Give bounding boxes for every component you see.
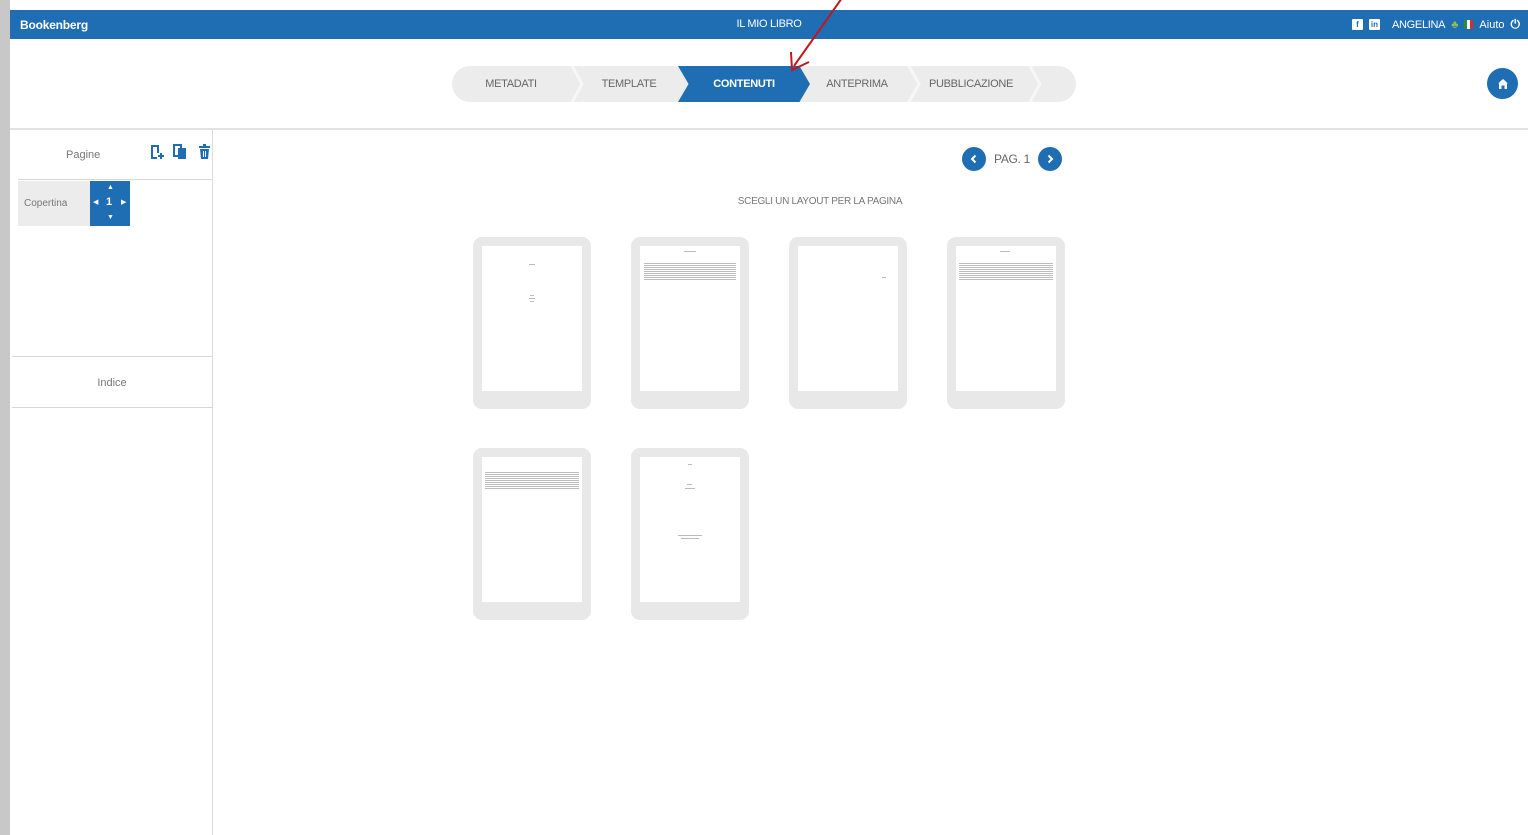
index-label: Indice [97,377,127,389]
pages-label: Pagine [66,149,101,161]
cover-page-number: 1 [106,196,113,208]
layout-option-6[interactable] [631,448,749,620]
index-section[interactable]: Indice [12,356,213,408]
move-down-icon[interactable]: ▼ [107,214,114,221]
cover-label: Copertina [24,198,68,209]
facebook-icon[interactable]: f [1351,19,1363,30]
layout-option-4[interactable] [947,237,1065,409]
layout-preview [482,457,582,602]
home-icon [1497,78,1508,89]
step-pubblicazione[interactable]: PUBBLICAZIONE [914,66,1028,102]
layout-preview [640,246,740,391]
leaf-icon: ♣ [1451,18,1459,31]
flag-icon[interactable] [1464,20,1474,29]
linkedin-icon[interactable]: in [1368,19,1380,30]
page-navigator: PAG. 1 [962,147,1062,171]
add-page-icon[interactable] [149,144,164,160]
book-title: IL MIO LIBRO [736,18,802,30]
layout-instruction: SCEGLI UN LAYOUT PER LA PAGINA [737,196,903,207]
step-label: CONTENUTI [713,78,775,90]
next-page-button[interactable] [1038,147,1062,171]
move-up-icon[interactable]: ▲ [107,184,114,191]
power-icon[interactable]: ⏻ [1511,17,1521,32]
topbar-right: f in ANGELINA ♣ Aiuto ⏻ [1351,17,1521,32]
window-edge [0,0,10,835]
page-item-cover[interactable]: Copertina ▲ ◀ 1 ▶ ▼ [18,181,130,226]
layout-preview [640,457,740,602]
page-order-control[interactable]: ▲ ◀ 1 ▶ ▼ [90,181,130,226]
brand-logo[interactable]: Bookenberg [20,18,88,32]
layout-preview [482,246,582,391]
step-template[interactable]: TEMPLATE [572,66,686,102]
app-root: Bookenberg IL MIO LIBRO f in ANGELINA ♣ … [0,0,1528,835]
step-metadati[interactable]: METADATI [452,66,570,102]
copy-page-icon[interactable] [173,144,188,160]
prev-page-button[interactable] [962,147,986,171]
chevron-right-icon [1047,154,1054,164]
chevron-left-icon [970,154,977,164]
page-tools [149,144,212,160]
move-left-icon[interactable]: ◀ [93,198,98,206]
pages-sidebar: Pagine Copertina ▲ ◀ 1 ▶ ▼ Indice [10,130,213,835]
home-button[interactable] [1487,68,1518,99]
layout-option-1[interactable] [473,237,591,409]
layout-preview [956,246,1056,391]
move-right-icon[interactable]: ▶ [121,198,126,206]
pages-header: Pagine [18,130,213,180]
step-label: TEMPLATE [601,78,657,90]
delete-page-icon[interactable] [197,144,212,160]
layout-preview [798,246,898,391]
step-label: METADATI [485,78,537,90]
layout-option-5[interactable] [473,448,591,620]
user-name[interactable]: ANGELINA [1392,19,1446,31]
top-bar: Bookenberg IL MIO LIBRO f in ANGELINA ♣ … [10,10,1528,39]
step-label: PUBBLICAZIONE [928,78,1014,90]
help-link[interactable]: Aiuto [1479,19,1504,31]
page-indicator: PAG. 1 [994,152,1030,166]
wizard-steps: METADATI TEMPLATE CONTENUTI ANTEPRIMA PU… [452,65,1076,103]
layout-option-3[interactable] [789,237,907,409]
header-divider [10,128,1528,130]
step-separator [1028,65,1042,103]
layout-option-2[interactable] [631,237,749,409]
annotation-arrow [790,0,842,72]
